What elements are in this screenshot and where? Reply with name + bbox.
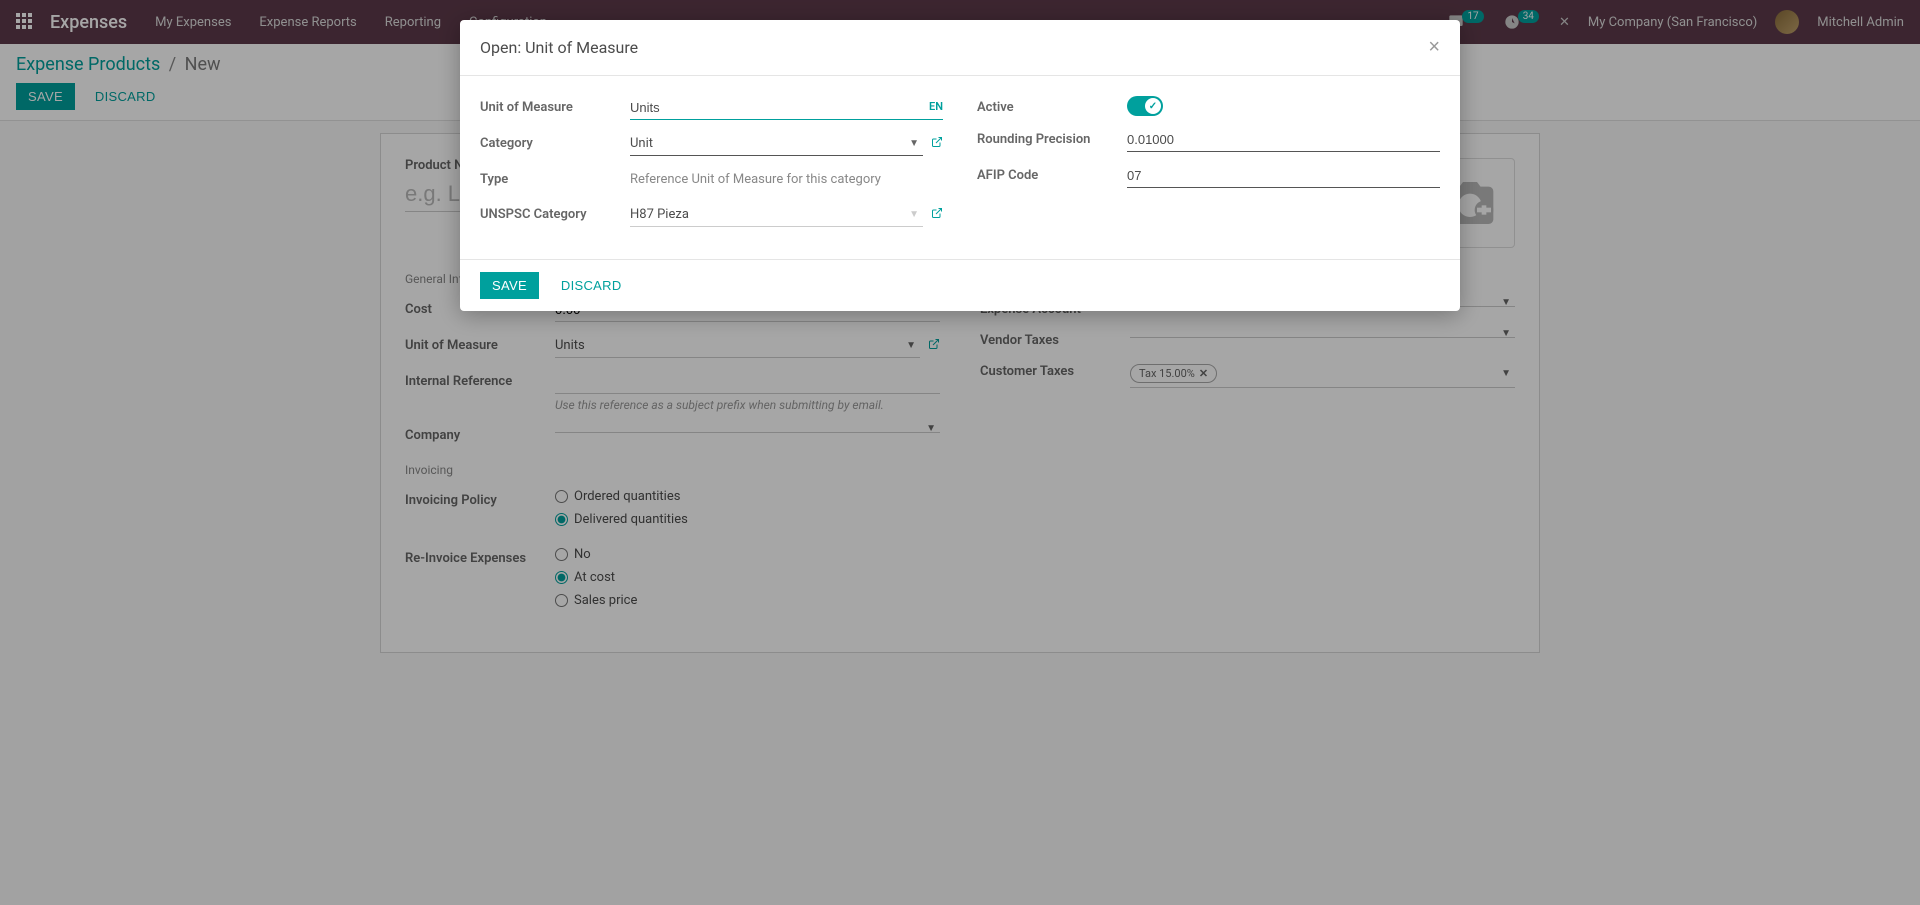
modal-overlay: Open: Unit of Measure × Unit of Measure … <box>0 0 1920 905</box>
chevron-down-icon: ▼ <box>909 138 919 149</box>
uom-modal: Open: Unit of Measure × Unit of Measure … <box>460 20 1460 311</box>
modal-category-select[interactable]: Unit ▼ <box>630 132 923 156</box>
modal-type-label: Type <box>480 168 630 187</box>
rounding-input[interactable] <box>1127 128 1440 152</box>
modal-unspsc-select[interactable]: H87 Pieza ▼ <box>630 203 923 227</box>
modal-active-label: Active <box>977 96 1127 115</box>
modal-save-button[interactable]: SAVE <box>480 272 539 299</box>
modal-type-value: Reference Unit of Measure for this categ… <box>630 168 943 191</box>
afip-input[interactable] <box>1127 164 1440 188</box>
category-external-link-icon[interactable] <box>931 136 943 152</box>
modal-close-button[interactable]: × <box>1428 36 1440 59</box>
modal-uom-input[interactable] <box>630 96 943 120</box>
modal-title: Open: Unit of Measure <box>480 38 638 57</box>
modal-discard-button[interactable]: DISCARD <box>549 272 634 299</box>
modal-uom-label: Unit of Measure <box>480 96 630 115</box>
active-toggle[interactable] <box>1127 96 1163 116</box>
modal-category-label: Category <box>480 132 630 151</box>
lang-indicator[interactable]: EN <box>929 100 943 113</box>
chevron-down-icon: ▼ <box>909 209 919 220</box>
modal-unspsc-label: UNSPSC Category <box>480 203 630 222</box>
unspsc-external-link-icon[interactable] <box>931 207 943 223</box>
modal-rounding-label: Rounding Precision <box>977 128 1127 147</box>
modal-afip-label: AFIP Code <box>977 164 1127 183</box>
